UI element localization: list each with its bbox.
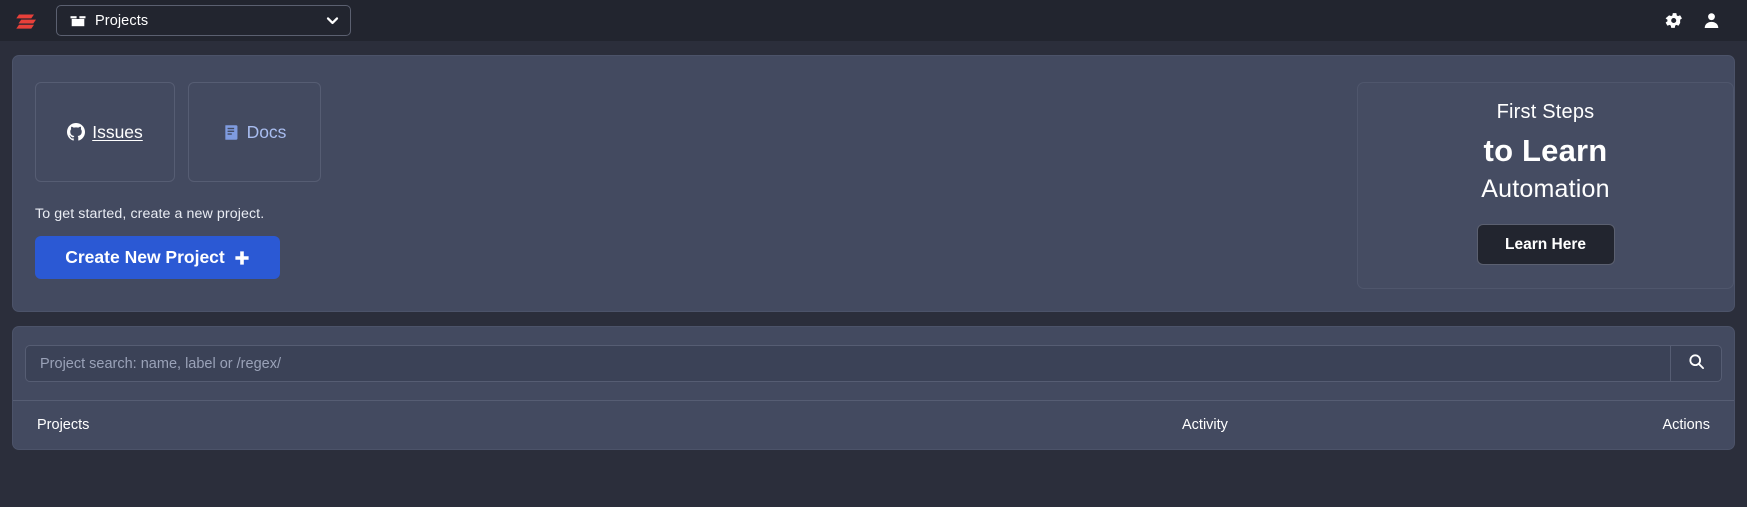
projects-list-panel: Projects Activity Actions bbox=[12, 326, 1735, 450]
get-started-text: To get started, create a new project. bbox=[35, 206, 265, 222]
topbar-icon-group bbox=[1665, 11, 1721, 30]
project-search-row bbox=[13, 327, 1734, 400]
create-new-project-button[interactable]: Create New Project bbox=[35, 236, 280, 279]
column-header-actions: Actions bbox=[1662, 417, 1710, 433]
column-header-activity: Activity bbox=[1182, 417, 1228, 433]
column-header-projects: Projects bbox=[37, 417, 90, 433]
search-icon bbox=[1688, 353, 1705, 375]
issues-card[interactable]: Issues bbox=[35, 82, 175, 182]
quick-links-group: Issues Docs bbox=[35, 82, 1170, 182]
project-search-input[interactable] bbox=[25, 345, 1670, 382]
logo-icon bbox=[16, 14, 36, 29]
issues-label: Issues bbox=[92, 121, 143, 142]
chevron-down-icon bbox=[325, 13, 340, 28]
box-icon bbox=[70, 13, 86, 29]
first-steps-line-3: Automation bbox=[1481, 175, 1610, 203]
logo-mark[interactable] bbox=[0, 0, 56, 41]
plus-icon bbox=[234, 250, 250, 266]
hero-panel: Issues Docs To get started, create a new… bbox=[12, 55, 1735, 312]
docs-card[interactable]: Docs bbox=[188, 82, 321, 182]
hero-left-column: Issues Docs To get started, create a new… bbox=[35, 82, 1170, 285]
create-new-project-label: Create New Project bbox=[65, 247, 225, 267]
first-steps-line-1: First Steps bbox=[1496, 101, 1595, 123]
book-icon bbox=[223, 124, 240, 141]
github-icon bbox=[67, 123, 86, 141]
user-icon[interactable] bbox=[1702, 11, 1721, 30]
project-selector-label: Projects bbox=[95, 12, 149, 29]
first-steps-card: First Steps to Learn Automation Learn He… bbox=[1357, 82, 1734, 289]
projects-table-header: Projects Activity Actions bbox=[13, 400, 1734, 449]
first-steps-line-2: to Learn bbox=[1483, 133, 1608, 168]
docs-label: Docs bbox=[246, 121, 287, 142]
project-selector-dropdown[interactable]: Projects bbox=[56, 5, 351, 36]
search-submit-button[interactable] bbox=[1670, 345, 1722, 382]
gear-icon[interactable] bbox=[1665, 11, 1684, 30]
learn-here-button[interactable]: Learn Here bbox=[1476, 224, 1615, 265]
top-navigation-bar: Projects bbox=[0, 0, 1747, 41]
